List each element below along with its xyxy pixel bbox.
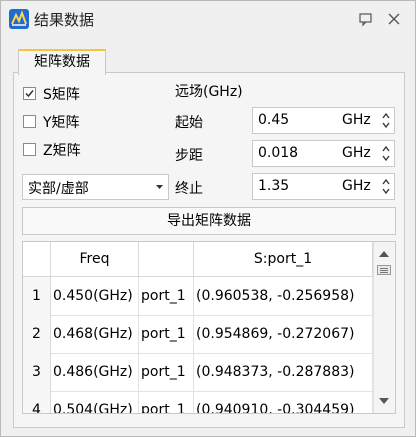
s-value-cell: (0.954869, -0.272067) [194,315,373,353]
freq-column-header[interactable]: Freq [51,242,139,276]
row-number[interactable]: 1 [23,277,51,315]
check-mark-icon [25,90,34,98]
port-cell: port_1 [139,391,194,413]
export-matrix-button[interactable]: 导出矩阵数据 [22,207,396,235]
s-value-cell: (0.960538, -0.256958) [194,277,373,315]
spin-arrows-icon[interactable] [381,144,391,163]
stop-unit: GHz [342,178,371,194]
scroll-up-icon[interactable] [379,251,389,257]
title-bar[interactable]: 结果数据 [1,1,415,37]
s-value-cell: (0.948373, -0.287883) [194,353,373,391]
row-number[interactable]: 4 [23,391,51,413]
tab-matrix-data[interactable]: 矩阵数据 [18,49,106,75]
start-value[interactable]: 0.45 [258,112,289,128]
s-parameter-table: Freq S:port_1 1 0.450(GHz) port_1 (0.960… [22,241,396,414]
checkbox-box[interactable] [23,87,36,100]
app-logo-icon [9,9,29,29]
chevron-down-icon[interactable] [156,185,163,190]
window-title: 结果数据 [34,11,95,29]
start-label: 起始 [175,115,203,131]
freq-cell: 0.504(GHz) [51,391,139,413]
stop-freq-spinbox[interactable]: 1.35 GHz [252,173,395,200]
port-cell: port_1 [139,315,194,353]
table-row[interactable]: 4 0.504(GHz) port_1 (0.940910, -0.304459… [23,391,373,413]
port-cell: port_1 [139,353,194,391]
table-row[interactable]: 1 0.450(GHz) port_1 (0.960538, -0.256958… [23,277,373,316]
scroll-down-icon[interactable] [379,398,389,404]
pin-icon[interactable] [357,10,375,28]
port-column-header[interactable] [139,242,194,276]
freq-cell: 0.486(GHz) [51,353,139,391]
step-freq-spinbox[interactable]: 0.018 GHz [252,140,395,167]
farfield-heading: 远场(GHz) [175,84,243,100]
checkbox-box[interactable] [23,143,36,156]
step-label: 步距 [175,148,203,164]
stop-value[interactable]: 1.35 [258,178,289,194]
corner-header[interactable] [23,242,51,276]
results-window: 结果数据 矩阵数据 S矩阵 Y矩阵 Z矩阵 远场(GHz) 起始 0.45 GH… [0,0,416,437]
s-value-cell: (0.940910, -0.304459) [194,391,373,413]
scroll-thumb[interactable] [377,265,391,275]
table-row[interactable]: 2 0.468(GHz) port_1 (0.954869, -0.272067… [23,315,373,354]
spin-arrows-icon[interactable] [381,111,391,130]
port-cell: port_1 [139,277,194,315]
s-matrix-label: S矩阵 [43,87,80,103]
table-header: Freq S:port_1 [23,242,373,277]
row-number[interactable]: 2 [23,315,51,353]
stop-label: 终止 [175,181,203,197]
y-matrix-label: Y矩阵 [43,115,80,131]
freq-cell: 0.450(GHz) [51,277,139,315]
checkbox-box[interactable] [23,115,36,128]
real-imag-value: 实部/虚部 [28,181,89,197]
freq-cell: 0.468(GHz) [51,315,139,353]
step-unit: GHz [342,145,371,161]
table-row[interactable]: 3 0.486(GHz) port_1 (0.948373, -0.287883… [23,353,373,392]
z-matrix-label: Z矩阵 [43,143,81,159]
start-freq-spinbox[interactable]: 0.45 GHz [252,107,395,134]
close-icon[interactable] [385,10,403,28]
step-value[interactable]: 0.018 [258,145,298,161]
spin-arrows-icon[interactable] [381,177,391,196]
s-port-column-header[interactable]: S:port_1 [194,242,373,276]
start-unit: GHz [342,112,371,128]
row-number[interactable]: 3 [23,353,51,391]
real-imag-select[interactable]: 实部/虚部 [22,174,169,200]
vertical-scrollbar[interactable] [373,242,395,413]
